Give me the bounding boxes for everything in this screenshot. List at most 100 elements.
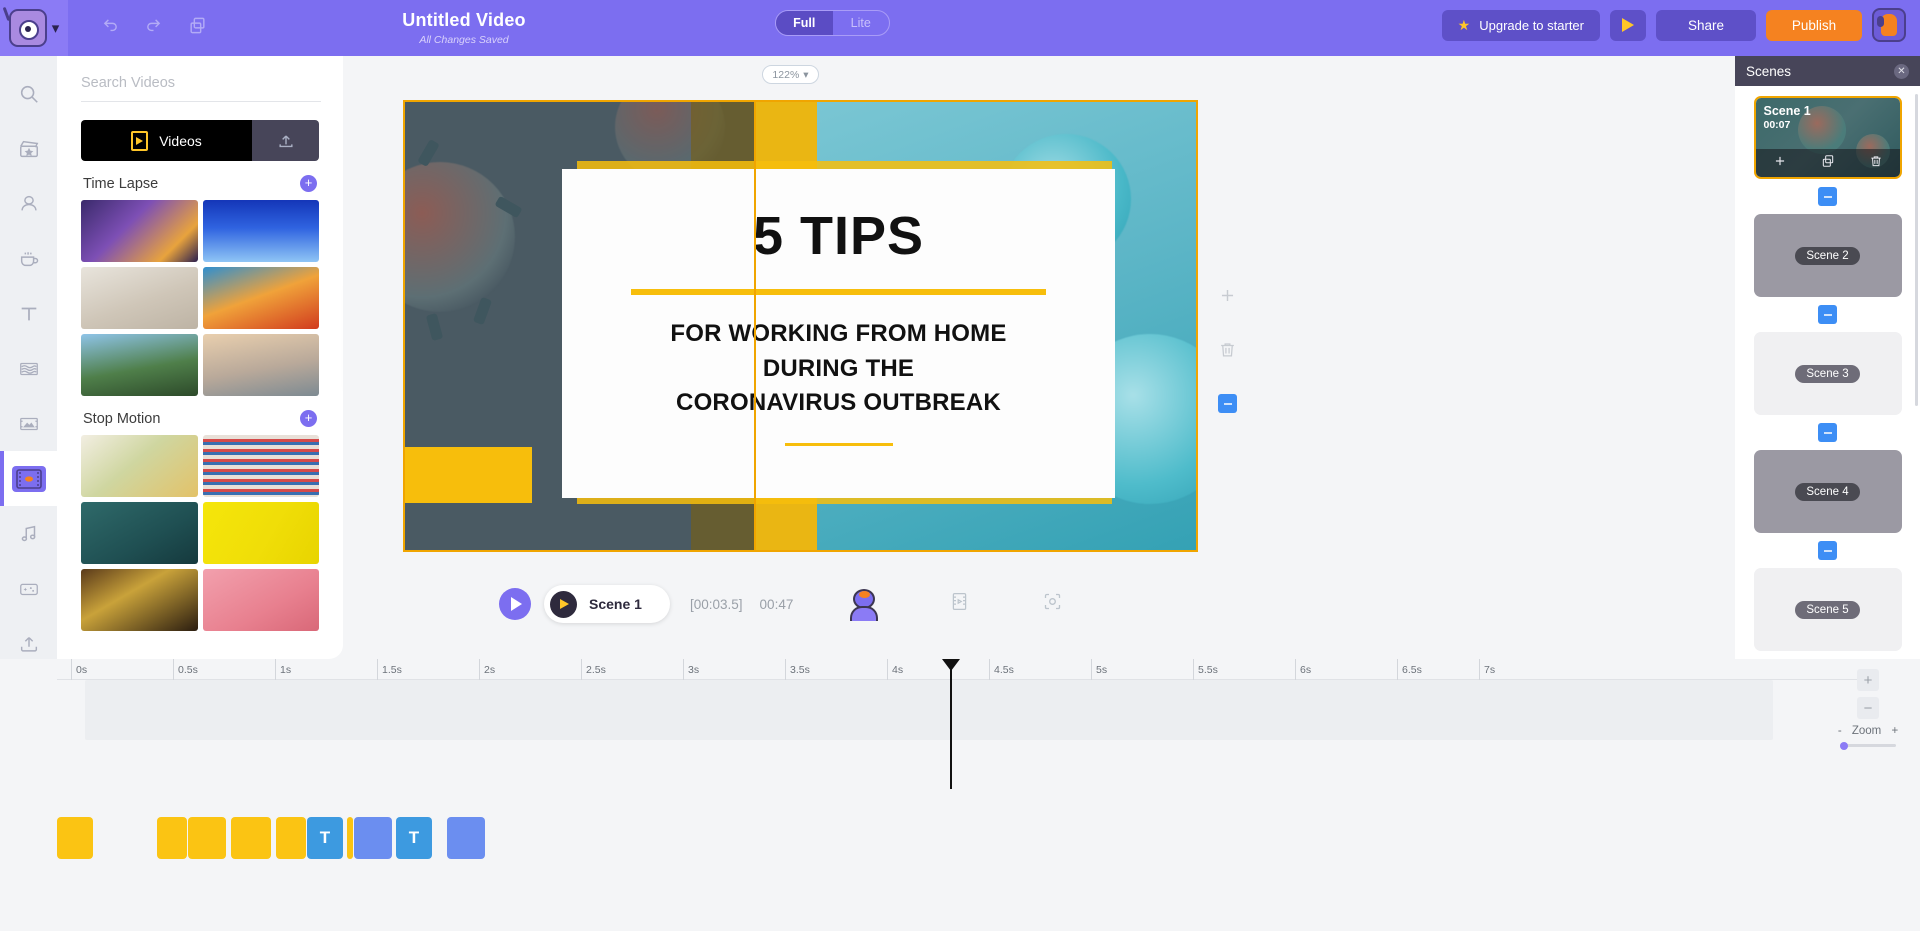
sidebar-item-search[interactable] xyxy=(0,66,57,121)
mode-lite[interactable]: Lite xyxy=(833,11,890,35)
sidebar-item-effects[interactable] xyxy=(0,561,57,616)
zoom-slider[interactable] xyxy=(1840,741,1896,750)
text-clip[interactable]: T xyxy=(307,817,343,859)
timecode-current: [00:03.5] xyxy=(690,596,743,612)
media-clip[interactable] xyxy=(347,817,353,859)
upload-icon xyxy=(278,134,293,147)
playback-bar: Scene 1 [00:03.5] 00:47 xyxy=(343,572,1380,636)
scene-play-button[interactable] xyxy=(550,590,577,618)
pink-tomato-thumb[interactable] xyxy=(202,569,319,631)
highway-night-thumb[interactable] xyxy=(81,200,198,262)
text-clip[interactable]: T xyxy=(396,817,432,859)
airport-clock-thumb[interactable] xyxy=(81,267,198,329)
add-section-button[interactable]: + xyxy=(300,410,317,427)
coffee-icon xyxy=(18,248,40,270)
blue-sky-thumb[interactable] xyxy=(202,200,319,262)
scene-thumbnail-5[interactable]: Scene 5 xyxy=(1753,568,1902,651)
sidebar-item-templates[interactable] xyxy=(0,121,57,176)
playhead[interactable] xyxy=(942,659,960,789)
tab-videos[interactable]: Videos xyxy=(81,120,252,161)
trash-icon[interactable] xyxy=(1218,340,1237,364)
preview-play-button[interactable] xyxy=(1610,9,1646,41)
mode-toggle[interactable]: Full Lite xyxy=(775,10,890,36)
element-clip[interactable] xyxy=(354,817,392,859)
add-section-button[interactable]: + xyxy=(300,175,317,192)
play-button[interactable] xyxy=(499,588,531,620)
zoom-in-button[interactable]: + xyxy=(1857,669,1879,691)
timeline-ruler[interactable]: 0s 0.5s 1s 1.5s 2s 2.5s 3s 3.5s 4s 4.5s … xyxy=(57,659,1865,680)
character-icon[interactable] xyxy=(847,589,879,621)
current-scene-pill[interactable]: Scene 1 xyxy=(544,585,670,623)
scene-duration: 00:07 xyxy=(1763,119,1791,131)
tab-videos-label: Videos xyxy=(159,132,202,149)
video-title-block: Untitled Video All Changes Saved xyxy=(314,10,614,46)
sidebar-item-characters[interactable] xyxy=(0,176,57,231)
scene-thumbnail-1[interactable]: Scene 1 00:07 xyxy=(1753,96,1902,179)
food-flatlay-thumb[interactable] xyxy=(81,435,198,497)
scenes-scrollbar[interactable] xyxy=(1915,94,1918,406)
undo-icon[interactable] xyxy=(102,17,119,39)
transition-button-2[interactable] xyxy=(1818,305,1837,324)
redo-icon[interactable] xyxy=(145,17,162,39)
sidebar-item-images[interactable] xyxy=(0,396,57,451)
clay-figures-thumb[interactable] xyxy=(81,502,198,564)
mode-full[interactable]: Full xyxy=(776,11,833,35)
sneakers-thumb[interactable] xyxy=(202,435,319,497)
zoom-slider-handle[interactable] xyxy=(1840,741,1848,750)
ruler-tick: 0.5s xyxy=(178,664,198,676)
scene-thumbnail-2[interactable]: Scene 2 xyxy=(1753,214,1902,297)
sidebar-item-props[interactable] xyxy=(0,231,57,286)
upload-button[interactable] xyxy=(252,120,319,161)
close-icon[interactable]: ✕ xyxy=(1894,63,1909,79)
clapperboard-icon xyxy=(18,138,40,160)
ruler-tick: 1s xyxy=(280,664,292,676)
transition-button-3[interactable] xyxy=(1818,423,1837,442)
share-button[interactable]: Share xyxy=(1656,9,1756,41)
media-clip[interactable] xyxy=(276,817,306,859)
focus-frame-icon[interactable] xyxy=(1042,591,1063,617)
scene-thumbnail-4[interactable]: Scene 4 xyxy=(1753,450,1902,533)
sidebar-item-music[interactable] xyxy=(0,506,57,561)
transition-button-4[interactable] xyxy=(1818,541,1837,560)
bridge-sunset-thumb[interactable] xyxy=(202,267,319,329)
search-input[interactable] xyxy=(81,75,321,102)
yellow-portrait-thumb[interactable] xyxy=(202,502,319,564)
page-title[interactable]: Untitled Video xyxy=(314,10,614,31)
mountain-thumb[interactable] xyxy=(81,334,198,396)
ruler-tick: 1.5s xyxy=(382,664,402,676)
app-logo[interactable]: ▾ xyxy=(0,0,68,56)
ruler-tick: 6.5s xyxy=(1402,664,1422,676)
title-card[interactable]: 5 TIPS FOR WORKING FROM HOME DURING THE CO… xyxy=(562,169,1115,498)
transition-button-1[interactable] xyxy=(1818,187,1837,206)
media-clip[interactable] xyxy=(188,817,226,859)
canvas-zoom-selector[interactable]: 122% ▾ xyxy=(762,65,819,84)
scene-name: Scene 2 xyxy=(1795,246,1860,265)
media-clip[interactable] xyxy=(157,817,187,859)
gift-lights-thumb[interactable] xyxy=(81,569,198,631)
delete-scene-icon[interactable] xyxy=(1869,154,1883,173)
element-clip[interactable] xyxy=(447,817,485,859)
zoom-out-button[interactable]: − xyxy=(1857,697,1879,719)
add-element-icon[interactable] xyxy=(1218,286,1237,310)
sidebar-item-text[interactable] xyxy=(0,286,57,341)
duplicate-scene-icon[interactable] xyxy=(1821,154,1835,173)
scene-actions xyxy=(1755,149,1900,177)
thumb-grid-stop-motion xyxy=(57,435,343,631)
timeline-track[interactable] xyxy=(85,680,1773,740)
duplicate-icon[interactable] xyxy=(188,16,207,40)
video-canvas[interactable]: 5 TIPS FOR WORKING FROM HOME DURING THE CO… xyxy=(403,100,1198,552)
search-container xyxy=(57,56,343,102)
sidebar-item-videos[interactable] xyxy=(0,451,57,506)
user-avatar[interactable] xyxy=(1872,8,1906,42)
transition-icon[interactable] xyxy=(1218,394,1237,413)
film-strip-icon[interactable] xyxy=(949,591,970,617)
chevron-down-icon[interactable]: ▾ xyxy=(52,19,60,37)
add-scene-icon[interactable] xyxy=(1773,154,1787,173)
scene-thumbnail-3[interactable]: Scene 3 xyxy=(1753,332,1902,415)
upgrade-button[interactable]: ★ Upgrade to starter xyxy=(1441,9,1600,41)
london-river-thumb[interactable] xyxy=(202,334,319,396)
sidebar-item-backgrounds[interactable] xyxy=(0,341,57,396)
publish-button[interactable]: Publish xyxy=(1766,9,1862,41)
media-clip[interactable] xyxy=(57,817,93,859)
media-clip[interactable] xyxy=(231,817,271,859)
